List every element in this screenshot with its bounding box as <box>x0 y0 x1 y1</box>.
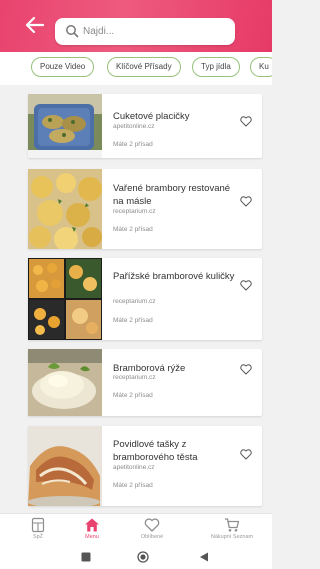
recipe-owned-ingredients: Máte 2 přísad <box>113 317 153 324</box>
nav-item-spz[interactable]: SpŽ <box>8 517 68 540</box>
recipe-card[interactable]: Vařené brambory restované na másle recep… <box>28 169 262 249</box>
nav-label: Oblíbené <box>140 534 164 540</box>
recipe-image <box>28 426 102 506</box>
recipe-owned-ingredients: Máte 2 přísad <box>113 226 153 233</box>
heart-icon[interactable] <box>240 196 252 207</box>
heart-icon[interactable] <box>240 116 252 127</box>
app-header <box>0 0 272 52</box>
recipe-title: Cuketové placičky <box>113 111 190 122</box>
recipe-list: Cuketové placičky apetitonline.cz Máte 2… <box>0 85 272 513</box>
recipe-title: Povidlové tašky z bramborového těsta <box>113 439 198 463</box>
heart-icon[interactable] <box>240 449 252 460</box>
cart-icon <box>225 518 240 532</box>
nav-label: SpŽ <box>32 534 44 540</box>
recipe-source: receptarium.cz <box>113 208 156 215</box>
recipe-card[interactable]: Cuketové placičky apetitonline.cz Máte 2… <box>28 94 262 158</box>
bottom-navigation: SpŽ Menu Oblíbené Nákupní Seznam <box>0 513 272 545</box>
recipe-image <box>28 94 102 158</box>
home-circle-icon[interactable] <box>137 551 149 563</box>
back-triangle-icon[interactable] <box>199 552 209 562</box>
filter-chip-more[interactable]: Ku <box>250 57 272 77</box>
back-arrow-icon[interactable] <box>24 14 46 36</box>
filter-chips-bar: Pouze Video Klíčové Přísady Typ jídla Ku <box>0 52 272 85</box>
filter-chip-key-ingredients[interactable]: Klíčové Přísady <box>107 57 181 77</box>
search-input[interactable] <box>83 18 228 45</box>
nav-label: Menu <box>85 534 99 540</box>
recipe-source: apetitonline.cz <box>113 123 155 130</box>
recipe-image <box>28 349 102 416</box>
recipe-source: receptarium.cz <box>113 298 156 305</box>
nav-label: Nákupní Seznam <box>210 534 254 540</box>
recipe-source: receptarium.cz <box>113 374 156 381</box>
recipe-title: Pařížské bramborové kuličky <box>113 271 235 282</box>
recipe-owned-ingredients: Máte 2 přísad <box>113 141 153 148</box>
recipe-title: Vařené brambory restované na másle <box>113 183 231 207</box>
recipe-image <box>28 169 102 249</box>
search-icon <box>66 25 79 38</box>
recipe-card[interactable]: Pařížské bramborové kuličky receptarium.… <box>28 258 262 340</box>
nav-item-shopping-list[interactable]: Nákupní Seznam <box>202 517 262 540</box>
nav-item-menu[interactable]: Menu <box>62 517 122 540</box>
recipe-owned-ingredients: Máte 2 přísad <box>113 482 153 489</box>
heart-icon[interactable] <box>240 364 252 375</box>
system-navigation-bar <box>0 545 272 569</box>
filter-chip-video[interactable]: Pouze Video <box>31 57 95 77</box>
book-icon <box>31 517 45 533</box>
recipe-image <box>28 258 102 340</box>
recents-icon[interactable] <box>81 552 91 562</box>
heart-icon[interactable] <box>240 280 252 291</box>
recipe-card[interactable]: Bramborová rýže receptarium.cz Máte 2 př… <box>28 349 262 416</box>
search-box[interactable] <box>55 18 235 45</box>
filter-chip-meal-type[interactable]: Typ jídla <box>192 57 240 77</box>
recipe-owned-ingredients: Máte 2 přísad <box>113 392 153 399</box>
recipe-card[interactable]: Povidlové tašky z bramborového těsta ape… <box>28 426 262 506</box>
home-icon <box>85 518 99 532</box>
nav-item-favorites[interactable]: Oblíbené <box>122 517 182 540</box>
heart-icon <box>144 518 160 532</box>
recipe-source: apetitonline.cz <box>113 464 155 471</box>
